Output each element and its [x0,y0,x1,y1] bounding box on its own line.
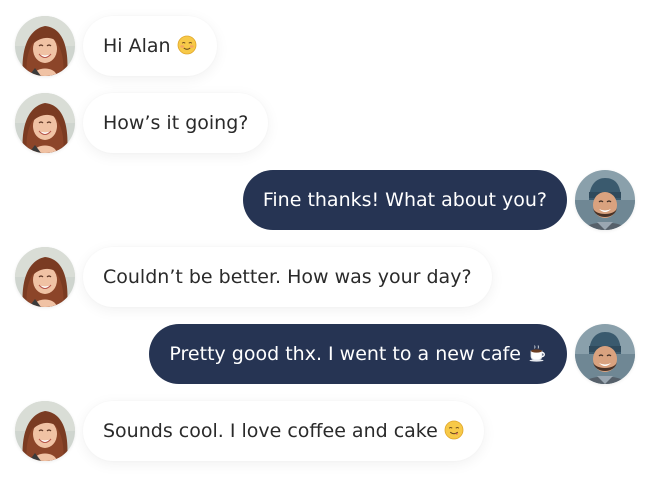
man-avatar[interactable] [575,170,635,230]
message-bubble-incoming[interactable]: Couldn’t be better. How was your day? [83,247,492,307]
message-row-outgoing: Fine thanks! What about you? [0,170,651,230]
message-bubble-incoming[interactable]: How’s it going? [83,93,269,153]
message-row-incoming: Sounds cool. I love coffee and cake [0,401,651,461]
message-text: Hi Alan [103,35,171,57]
message-text: How’s it going? [103,112,249,134]
smiling-blush-emoji-icon [177,35,197,55]
woman-avatar[interactable] [15,16,75,76]
message-bubble-incoming[interactable]: Sounds cool. I love coffee and cake [83,401,484,461]
message-row-outgoing: Pretty good thx. I went to a new cafe [0,324,651,384]
savoring-food-emoji-icon [444,420,464,440]
message-text: Fine thanks! What about you? [262,189,547,211]
message-bubble-outgoing[interactable]: Fine thanks! What about you? [242,170,567,230]
chat-conversation: Hi Alan How’s it going? Fine thanks! Wha… [0,0,651,493]
message-row-incoming: Couldn’t be better. How was your day? [0,247,651,307]
woman-avatar[interactable] [15,401,75,461]
coffee-cup-emoji-icon [527,343,547,363]
woman-avatar[interactable] [15,247,75,307]
message-text: Sounds cool. I love coffee and cake [103,420,438,442]
message-bubble-outgoing[interactable]: Pretty good thx. I went to a new cafe [149,324,567,384]
message-row-incoming: Hi Alan [0,16,651,76]
man-avatar[interactable] [575,324,635,384]
message-bubble-incoming[interactable]: Hi Alan [83,16,217,76]
message-text: Couldn’t be better. How was your day? [103,266,472,288]
woman-avatar[interactable] [15,93,75,153]
message-row-incoming: How’s it going? [0,93,651,153]
message-text: Pretty good thx. I went to a new cafe [169,343,521,365]
